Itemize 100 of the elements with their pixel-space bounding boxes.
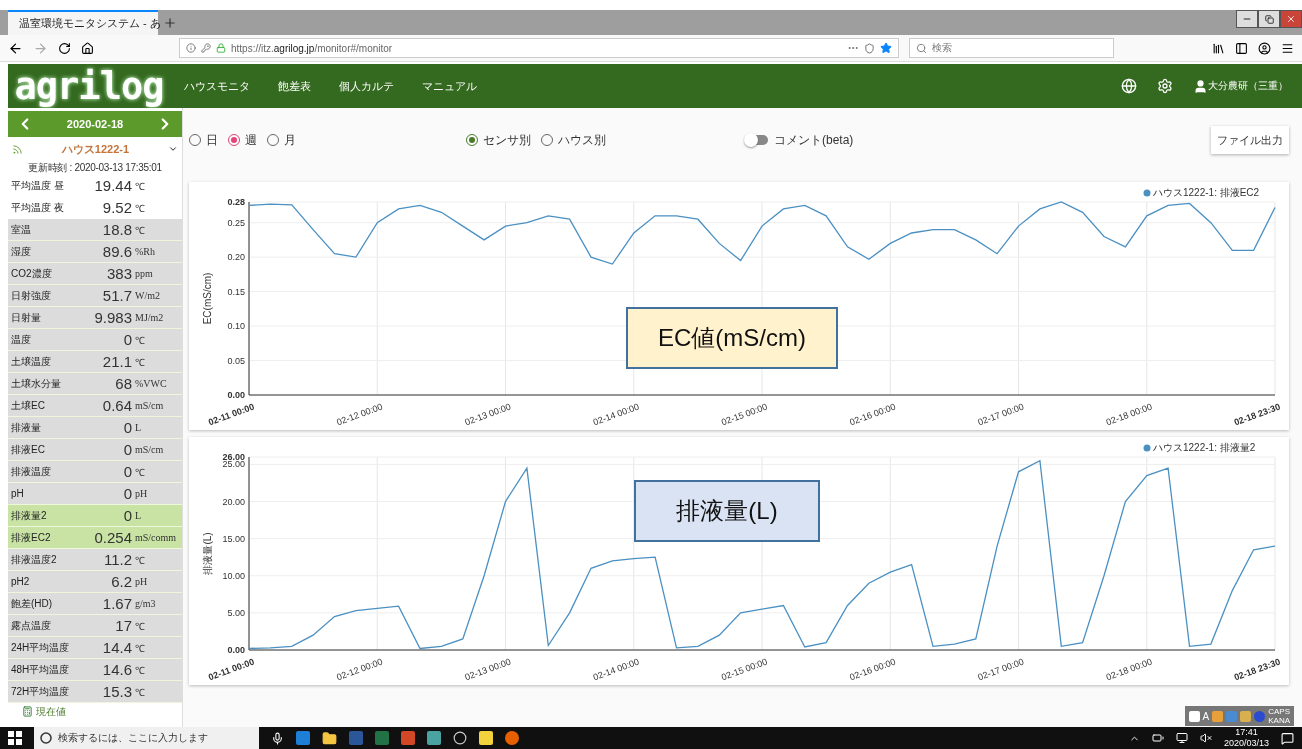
period-radio[interactable]: 月 <box>267 131 296 149</box>
sensor-row[interactable]: 日射量 9.983 MJ/m2 <box>8 307 182 329</box>
menu-icon[interactable] <box>1281 41 1294 55</box>
ime-mode-icon[interactable] <box>1188 710 1200 722</box>
sensor-row[interactable]: 排液温度 0 ℃ <box>8 461 182 483</box>
sensor-label: 土壌温度 <box>11 354 52 369</box>
sensor-row[interactable]: 湿度 89.6 %Rh <box>8 241 182 263</box>
axis-title: EC(mS/cm) <box>202 272 213 325</box>
sensor-value: 0 <box>122 331 132 348</box>
sensor-row[interactable]: 温度 0 ℃ <box>8 329 182 351</box>
home-icon[interactable] <box>81 41 94 55</box>
tick-label: 0.28 <box>227 197 245 207</box>
new-tab-icon[interactable] <box>163 15 177 30</box>
view-radio[interactable]: ハウス別 <box>541 131 606 149</box>
period-radio[interactable]: 日 <box>189 131 218 149</box>
tick-label: 5.00 <box>227 607 245 618</box>
logo[interactable]: agrilog <box>8 64 170 108</box>
user-name[interactable]: 大分農研（三重） <box>1208 79 1288 93</box>
tick-label: 0.00 <box>227 645 245 655</box>
tick-label: 0.25 <box>227 217 245 228</box>
globe-icon[interactable] <box>1121 78 1137 94</box>
minimize-button[interactable] <box>1236 10 1258 28</box>
sensor-unit: ℃ <box>134 685 146 699</box>
sensor-unit: g/m3 <box>134 598 157 609</box>
sensor-row[interactable]: 排液EC 0 mS/cm <box>8 439 182 461</box>
folder-icon[interactable] <box>322 730 337 746</box>
sensor-row[interactable]: 土壌温度 21.1 ℃ <box>8 351 182 373</box>
sensor-label: 排液量 <box>11 420 42 435</box>
clock-date[interactable]: 2020/03/13 <box>1223 738 1269 749</box>
sensor-value: 18.8 <box>101 221 132 238</box>
sensor-label: 日射強度 <box>11 288 52 303</box>
sensor-row[interactable]: 排液EC2 0.254 mS/comm <box>8 527 182 549</box>
clock-time[interactable]: 17:41 <box>1235 727 1258 738</box>
view-radio[interactable]: センサ別 <box>466 131 531 149</box>
ime-input-icon[interactable]: A <box>1202 710 1210 722</box>
bookmark-star-icon[interactable] <box>880 42 892 54</box>
sensor-row[interactable]: pH2 6.2 pH <box>8 571 182 593</box>
sensor-row[interactable]: 土壌EC 0.64 mS/cm <box>8 395 182 417</box>
sensor-row[interactable]: 排液量2 0 L <box>8 505 182 527</box>
sensor-row[interactable]: CO2濃度 383 ppm <box>8 263 182 285</box>
sensor-label: 平均温度 夜 <box>11 200 65 215</box>
sensor-label: 排液EC2 <box>11 530 52 545</box>
legend-label[interactable]: ハウス1222-1: 排液量2 <box>1153 442 1256 453</box>
sensor-row[interactable]: 室温 18.8 ℃ <box>8 219 182 241</box>
restore-button[interactable] <box>1258 10 1280 28</box>
tick-label: 0.00 <box>227 390 245 400</box>
search-field[interactable]: 検索 <box>909 38 1114 58</box>
sensor-row[interactable]: 24H平均温度 14.4 ℃ <box>8 637 182 659</box>
windows-start-icon[interactable] <box>8 731 22 745</box>
nav-link[interactable]: ハウスモニタ <box>184 78 250 94</box>
legend-dot <box>1143 189 1151 197</box>
house-select[interactable]: ハウス1222-1 <box>8 137 182 161</box>
sensor-row[interactable]: 排液温度2 11.2 ℃ <box>8 549 182 571</box>
nav-link[interactable]: 飽差表 <box>278 78 311 94</box>
tick-label: 02-11 00:00 <box>207 656 256 683</box>
sensor-value: 0 <box>122 507 132 524</box>
mute-icon[interactable] <box>1199 732 1212 744</box>
back-icon[interactable] <box>8 40 23 56</box>
calculator-icon[interactable] <box>22 706 33 717</box>
sensor-value: 0 <box>122 485 132 502</box>
sensor-label: 72H平均温度 <box>11 684 71 699</box>
axis-title: 排液量(L) <box>202 532 213 575</box>
browser-tab[interactable]: 温室環境モニタシステム - あ <box>8 10 158 35</box>
user-icon[interactable] <box>1193 78 1208 94</box>
notification-icon[interactable] <box>1281 731 1294 745</box>
export-button[interactable]: ファイル出力 <box>1211 126 1289 154</box>
circle-app-icon[interactable] <box>453 731 467 745</box>
library-icon[interactable] <box>1212 41 1225 55</box>
reload-icon[interactable] <box>58 41 71 55</box>
sensor-unit: MJ/m2 <box>134 312 165 323</box>
microphone-icon[interactable] <box>271 731 284 745</box>
sensor-label: 温度 <box>11 332 32 347</box>
sensor-row[interactable]: pH 0 pH <box>8 483 182 505</box>
taskbar-search-field[interactable]: 検索するには、ここに入力します <box>34 727 259 749</box>
sidebar-icon[interactable] <box>1235 41 1248 55</box>
sensor-unit: pH <box>134 488 149 499</box>
nav-link[interactable]: 個人カルテ <box>339 78 394 94</box>
sensor-row[interactable]: 排液量 0 L <box>8 417 182 439</box>
account-icon[interactable] <box>1258 41 1271 55</box>
sensor-row[interactable]: 日射強度 51.7 W/m2 <box>8 285 182 307</box>
address-field[interactable]: https://itz.agrilog.jp/monitor#/monitor <box>179 38 899 58</box>
sensor-unit: ℃ <box>134 553 146 567</box>
sensor-row[interactable]: 土壌水分量 68 %VWC <box>8 373 182 395</box>
current-value-link[interactable]: 現在値 <box>36 704 66 719</box>
network-icon[interactable] <box>1175 732 1188 744</box>
battery-icon[interactable] <box>1151 732 1164 744</box>
legend-label[interactable]: ハウス1222-1: 排液EC2 <box>1153 187 1260 198</box>
sensor-row[interactable]: 飽差(HD) 1.67 g/m3 <box>8 593 182 615</box>
sensor-row[interactable]: 72H平均温度 15.3 ℃ <box>8 681 182 703</box>
sensor-row[interactable]: 48H平均温度 14.6 ℃ <box>8 659 182 681</box>
sensor-value: 0 <box>122 419 132 436</box>
settings-icon[interactable] <box>1157 78 1173 94</box>
sensor-unit: mS/comm <box>134 532 178 543</box>
period-radio[interactable]: 週 <box>228 131 257 149</box>
close-button[interactable] <box>1280 10 1302 28</box>
browser-app-icon[interactable] <box>505 731 519 745</box>
comment-switch[interactable] <box>746 135 768 145</box>
nav-link[interactable]: マニュアル <box>422 78 477 94</box>
sensor-row[interactable]: 露点温度 17 ℃ <box>8 615 182 637</box>
sensor-label: 48H平均温度 <box>11 662 71 677</box>
